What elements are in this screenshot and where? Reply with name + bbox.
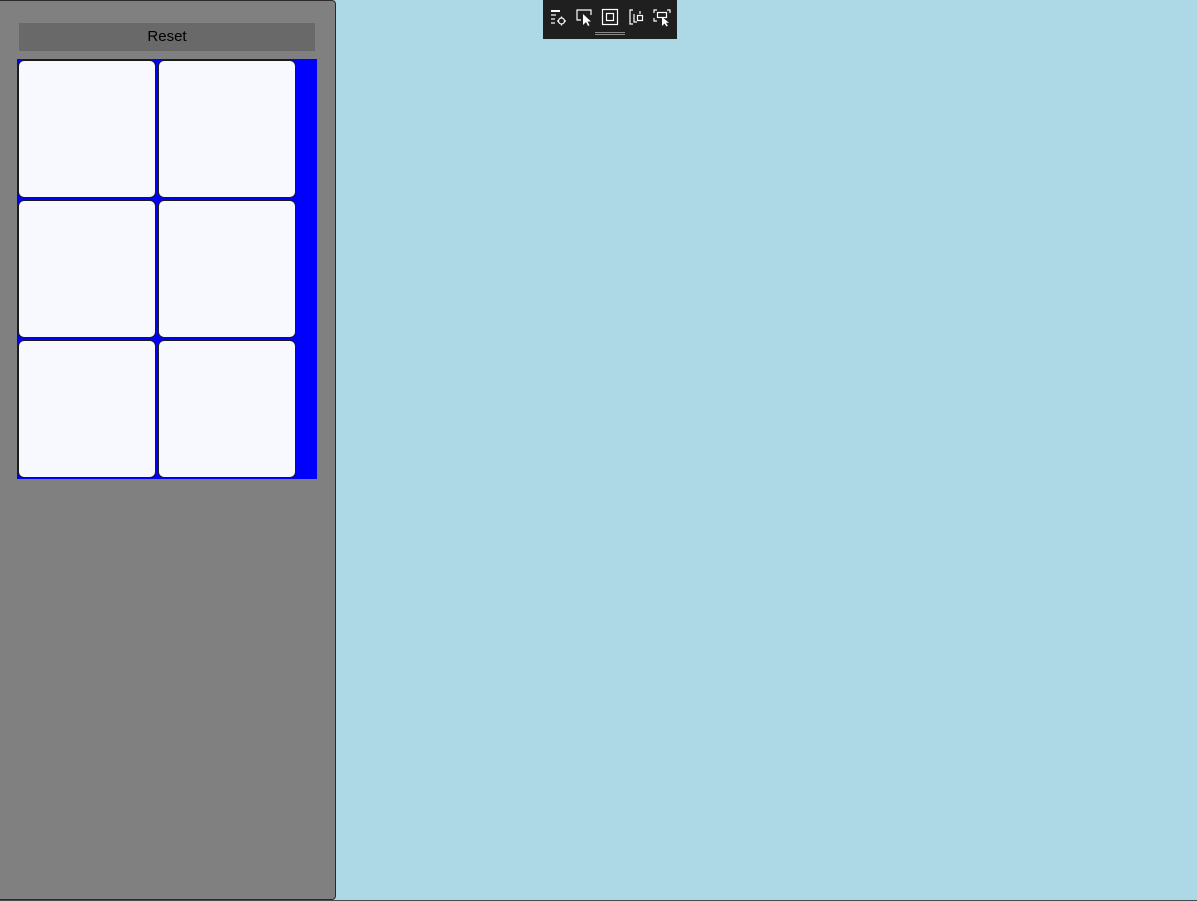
live-visual-tree-icon[interactable]	[547, 6, 569, 28]
debug-toolbar	[543, 0, 677, 39]
reset-button[interactable]: Reset	[19, 23, 315, 51]
tile[interactable]	[158, 340, 296, 478]
display-layout-adorners-icon[interactable]	[599, 6, 621, 28]
tile[interactable]	[18, 200, 156, 338]
tile[interactable]	[158, 60, 296, 198]
tile[interactable]	[18, 340, 156, 478]
tile[interactable]	[158, 200, 296, 338]
tile-grid	[17, 59, 317, 479]
track-focus-icon[interactable]	[625, 6, 647, 28]
tile[interactable]	[18, 60, 156, 198]
side-panel: Reset	[0, 0, 336, 900]
preview-selection-icon[interactable]	[651, 6, 673, 28]
toolbar-drag-handle[interactable]	[595, 32, 625, 35]
select-element-icon[interactable]	[573, 6, 595, 28]
